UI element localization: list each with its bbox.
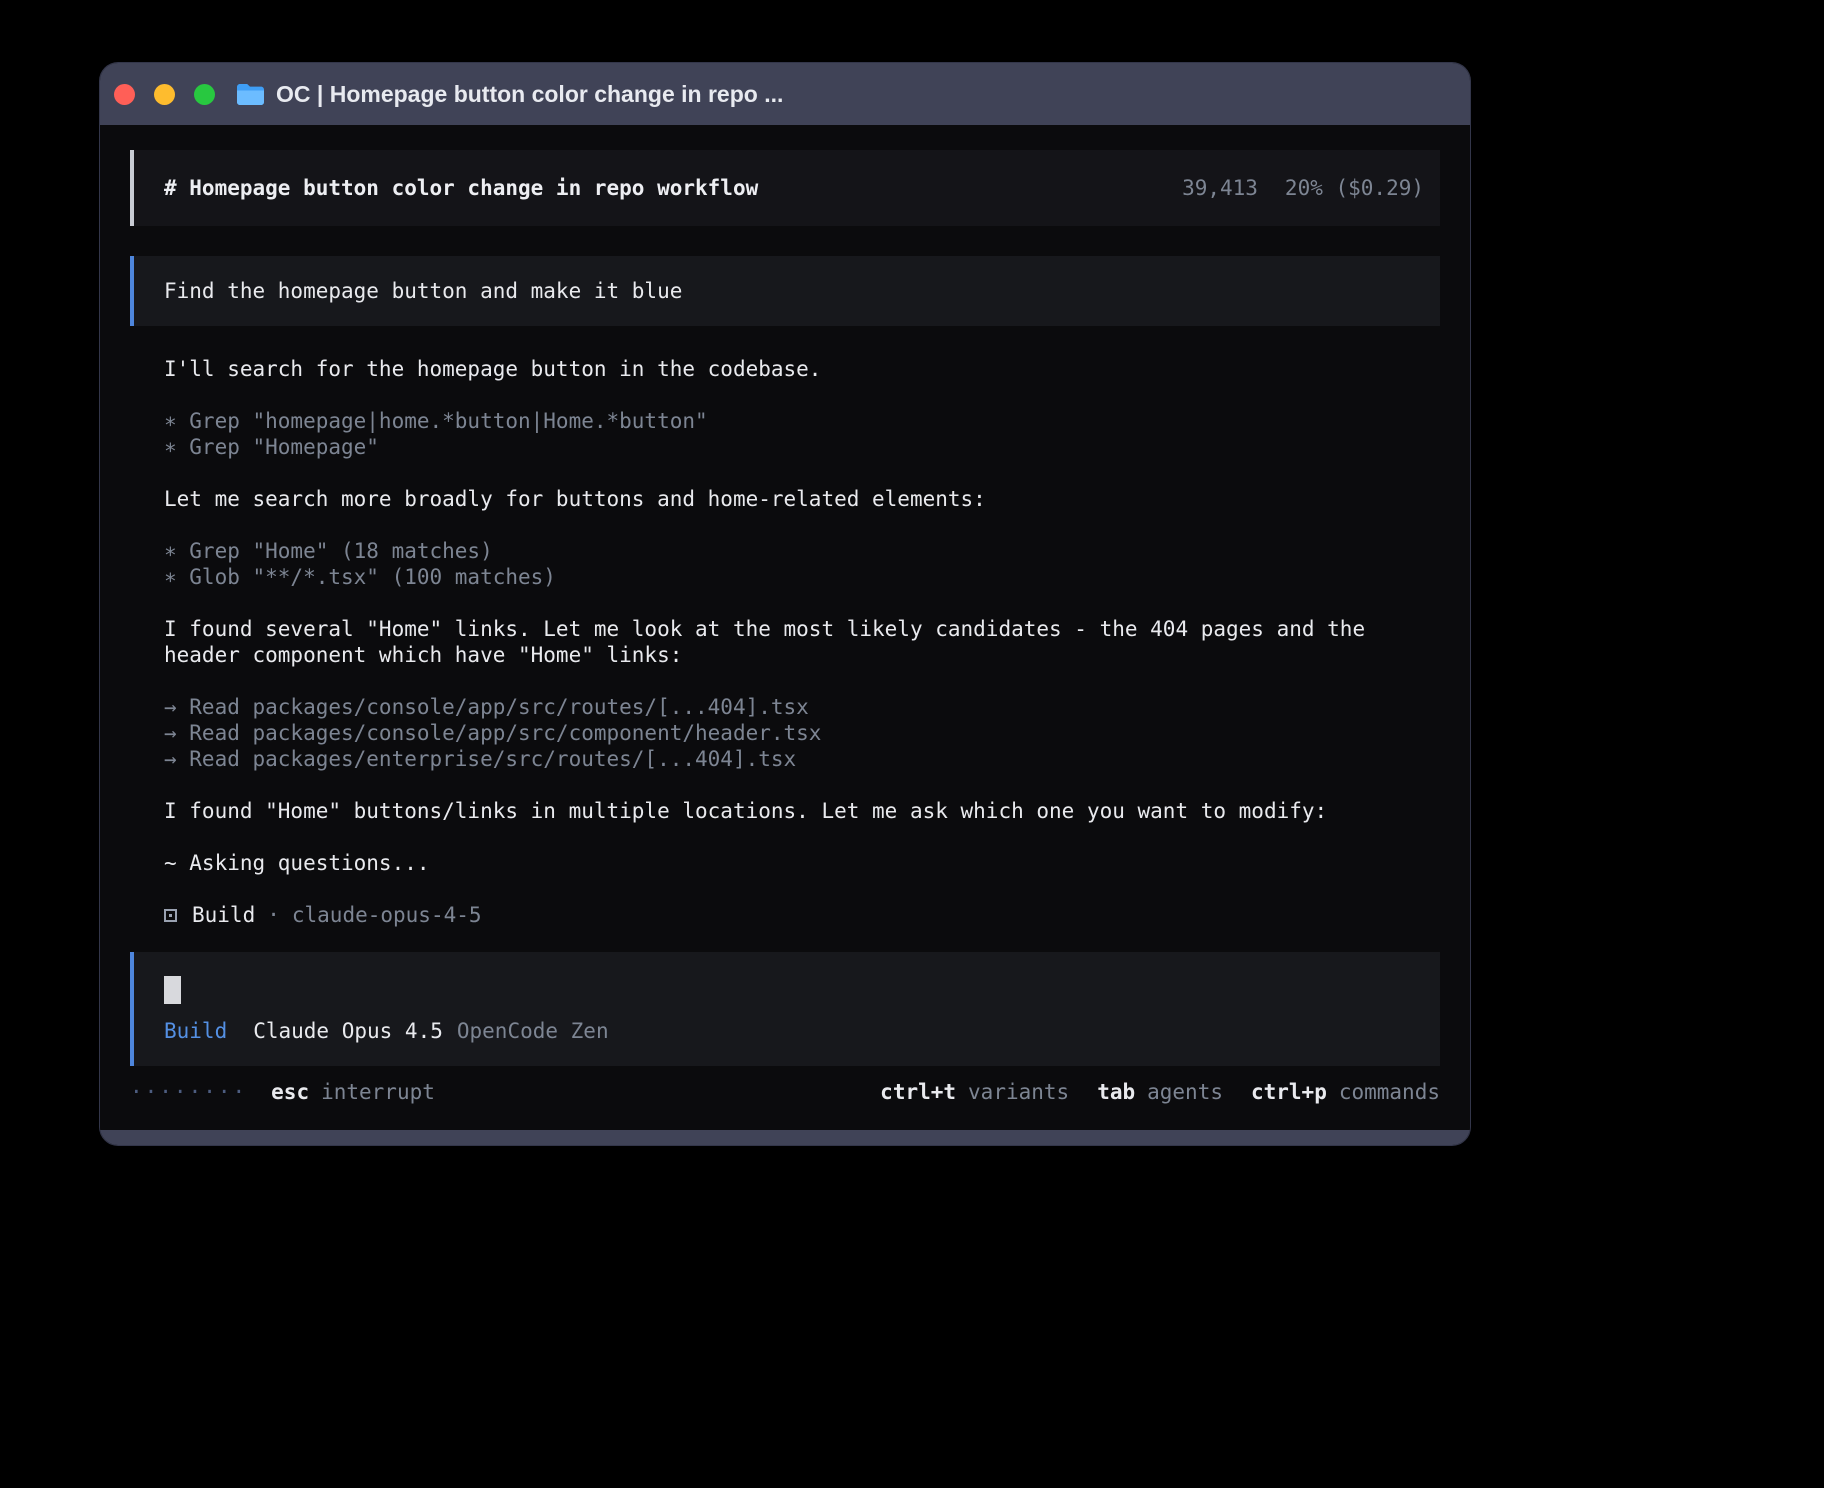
tool-call-group: → Read packages/console/app/src/routes/[…: [164, 694, 1440, 772]
input-provider-label: OpenCode Zen: [457, 1018, 609, 1044]
variants-key: ctrl+t: [880, 1079, 956, 1105]
session-header: # Homepage button color change in repo w…: [130, 150, 1440, 226]
tool-call-grep: ∗ Grep "homepage|home.*button|Home.*butt…: [164, 408, 1440, 434]
agent-name: Build: [192, 902, 255, 928]
status-bar-right: ctrl+t variants tab agents ctrl+p comman…: [880, 1079, 1440, 1105]
user-message: Find the homepage button and make it blu…: [130, 256, 1440, 326]
agents-label: agents: [1147, 1079, 1223, 1105]
shortcut-interrupt: esc interrupt: [271, 1079, 435, 1105]
assistant-text-ask: I found "Home" buttons/links in multiple…: [164, 798, 1440, 824]
assistant-response: I'll search for the homepage button in t…: [130, 356, 1440, 928]
agent-separator: ·: [267, 902, 280, 928]
tool-call-group: ∗ Grep "homepage|home.*button|Home.*butt…: [164, 408, 1440, 460]
tool-call-grep: ∗ Grep "Home" (18 matches): [164, 538, 1440, 564]
agent-icon: [164, 909, 177, 922]
spinner-dots: ········: [130, 1079, 247, 1105]
terminal-window: OC | Homepage button color change in rep…: [100, 63, 1470, 1145]
traffic-lights: [114, 84, 215, 105]
esc-label: interrupt: [321, 1079, 435, 1105]
commands-label: commands: [1339, 1079, 1440, 1105]
status-bar: ········ esc interrupt ctrl+t variants t…: [130, 1079, 1440, 1105]
agents-key: tab: [1097, 1079, 1135, 1105]
shortcut-commands: ctrl+p commands: [1251, 1079, 1440, 1105]
tool-call-read: → Read packages/console/app/src/routes/[…: [164, 694, 1440, 720]
minimize-button[interactable]: [154, 84, 175, 105]
shortcut-agents: tab agents: [1097, 1079, 1223, 1105]
agent-model: claude-opus-4-5: [292, 902, 482, 928]
prompt-input[interactable]: Build Claude Opus 4.5 OpenCode Zen: [130, 952, 1440, 1066]
assistant-text-broaden: Let me search more broadly for buttons a…: [164, 486, 1440, 512]
shortcut-variants: ctrl+t variants: [880, 1079, 1069, 1105]
tool-call-glob: ∗ Glob "**/*.tsx" (100 matches): [164, 564, 1440, 590]
variants-label: variants: [968, 1079, 1069, 1105]
assistant-text-candidates: I found several "Home" links. Let me loo…: [164, 616, 1440, 668]
input-meta-row: Build Claude Opus 4.5 OpenCode Zen: [164, 1018, 1410, 1044]
tool-call-grep: ∗ Grep "Homepage": [164, 434, 1440, 460]
input-model-label[interactable]: Claude Opus 4.5: [253, 1018, 443, 1044]
terminal-content: # Homepage button color change in repo w…: [100, 125, 1470, 1130]
close-button[interactable]: [114, 84, 135, 105]
commands-key: ctrl+p: [1251, 1079, 1327, 1105]
titlebar: OC | Homepage button color change in rep…: [100, 63, 1470, 125]
tool-call-group: ∗ Grep "Home" (18 matches) ∗ Glob "**/*.…: [164, 538, 1440, 590]
token-count: 39,413: [1182, 175, 1258, 201]
status-bar-left: ········ esc interrupt: [130, 1079, 435, 1105]
session-title: # Homepage button color change in repo w…: [164, 175, 758, 201]
user-message-text: Find the homepage button and make it blu…: [164, 279, 682, 303]
tool-call-read: → Read packages/enterprise/src/routes/[.…: [164, 746, 1440, 772]
assistant-text-intro: I'll search for the homepage button in t…: [164, 356, 1440, 382]
text-cursor: [164, 976, 181, 1004]
folder-icon: [237, 84, 264, 105]
window-bottom-edge: [100, 1130, 1470, 1145]
agent-status-line: Build · claude-opus-4-5: [164, 902, 1440, 928]
session-stats: 39,413 20% ($0.29): [1182, 175, 1424, 201]
window-title: OC | Homepage button color change in rep…: [276, 81, 783, 108]
zoom-button[interactable]: [194, 84, 215, 105]
context-cost: 20% ($0.29): [1285, 175, 1424, 201]
tool-call-read: → Read packages/console/app/src/componen…: [164, 720, 1440, 746]
input-agent-label[interactable]: Build: [164, 1018, 227, 1044]
esc-key: esc: [271, 1079, 309, 1105]
agent-activity-status: ~ Asking questions...: [164, 850, 1440, 876]
